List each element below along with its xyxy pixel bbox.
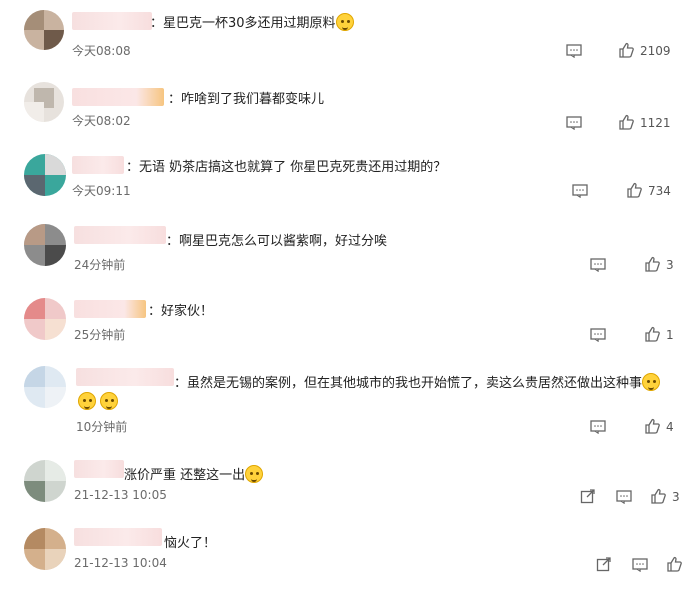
username-blurred[interactable] [72,88,164,106]
username-blurred[interactable] [72,156,124,174]
comment-text: 恼火了！ [164,536,217,551]
comment-time: 21-12-13 10:04 [74,556,167,570]
comment-item: ：好家伙！ 25分钟前 1 [0,290,700,350]
avatar[interactable] [24,154,66,196]
like-count: 1 [666,328,674,342]
avatar[interactable] [24,298,66,340]
comment-item: ：星巴克一杯30多还用过期原料 今天08:08 2109 [0,0,700,70]
comment-time: 25分钟前 [74,328,126,342]
emoji-icon [100,392,118,410]
comment-time: 24分钟前 [74,258,126,272]
comment-text: ：无语 奶茶店搞这也就算了 你星巴克死贵还用过期的？ [126,160,447,175]
share-icon[interactable] [580,488,596,504]
username-blurred[interactable] [76,368,174,386]
comment-time: 今天08:08 [72,44,131,58]
comment-item: 涨价严重 还整这一出 21-12-13 10:05 3 [0,452,700,512]
comment-text: 涨价严重 还整这一出 [124,464,264,483]
like-icon[interactable] [626,182,642,198]
username-blurred[interactable] [74,528,162,546]
comment-text: ：星巴克一杯30多还用过期原料 [150,12,354,31]
avatar[interactable] [24,366,66,408]
like-icon[interactable] [644,326,660,342]
reply-icon[interactable] [566,44,582,58]
comment-time: 今天08:02 [72,114,131,128]
like-count: 3 [666,258,674,272]
reply-icon[interactable] [590,420,606,434]
comment-text: ：好家伙！ [148,304,214,319]
share-icon[interactable] [596,556,612,572]
username-blurred[interactable] [74,226,166,244]
reply-icon[interactable] [632,558,648,572]
comment-text: ：啊星巴克怎么可以酱紫啊，好过分唉 [166,234,388,249]
like-count: 734 [648,184,671,198]
comment-item: ：啊星巴克怎么可以酱紫啊，好过分唉 24分钟前 3 [0,216,700,286]
like-icon[interactable] [618,42,634,58]
avatar[interactable] [24,10,64,50]
avatar[interactable] [24,460,66,502]
comment-time: 今天09:11 [72,184,131,198]
emoji-icon [78,392,96,410]
like-count: 3 [672,490,680,504]
like-count: 1121 [640,116,671,130]
like-icon[interactable] [650,488,666,504]
comment-item: ：咋啥到了我们暮都变味儿 今天08:02 1121 [0,76,700,146]
like-count: 4 [666,420,674,434]
comment-text: ：虽然是无锡的案例，但在其他城市的我也开始慌了，卖这么贵居然还做出这种事 [174,372,661,391]
avatar[interactable] [24,224,66,266]
reply-icon[interactable] [566,116,582,130]
username-blurred[interactable] [74,300,146,318]
comment-item: 恼火了！ 21-12-13 10:04 [0,520,700,592]
like-count: 2109 [640,44,671,58]
reply-icon[interactable] [590,258,606,272]
comment-item: ：无语 奶茶店搞这也就算了 你星巴克死贵还用过期的？ 今天09:11 734 [0,146,700,206]
reply-icon[interactable] [572,184,588,198]
avatar[interactable] [24,82,64,122]
comment-item: ：虽然是无锡的案例，但在其他城市的我也开始慌了，卖这么贵居然还做出这种事 10分… [0,358,700,444]
like-icon[interactable] [618,114,634,130]
comment-time: 21-12-13 10:05 [74,488,167,502]
reply-icon[interactable] [616,490,632,504]
emoji-icon [245,465,264,483]
emoji-icon [335,13,354,31]
username-blurred[interactable] [72,12,152,30]
comment-text: ：咋啥到了我们暮都变味儿 [168,92,325,107]
avatar[interactable] [24,528,66,570]
emoji-icon [642,373,661,391]
like-icon[interactable] [644,418,660,434]
reply-icon[interactable] [590,328,606,342]
like-icon[interactable] [666,556,682,572]
like-icon[interactable] [644,256,660,272]
username-blurred[interactable] [74,460,124,478]
comment-time: 10分钟前 [76,420,128,434]
